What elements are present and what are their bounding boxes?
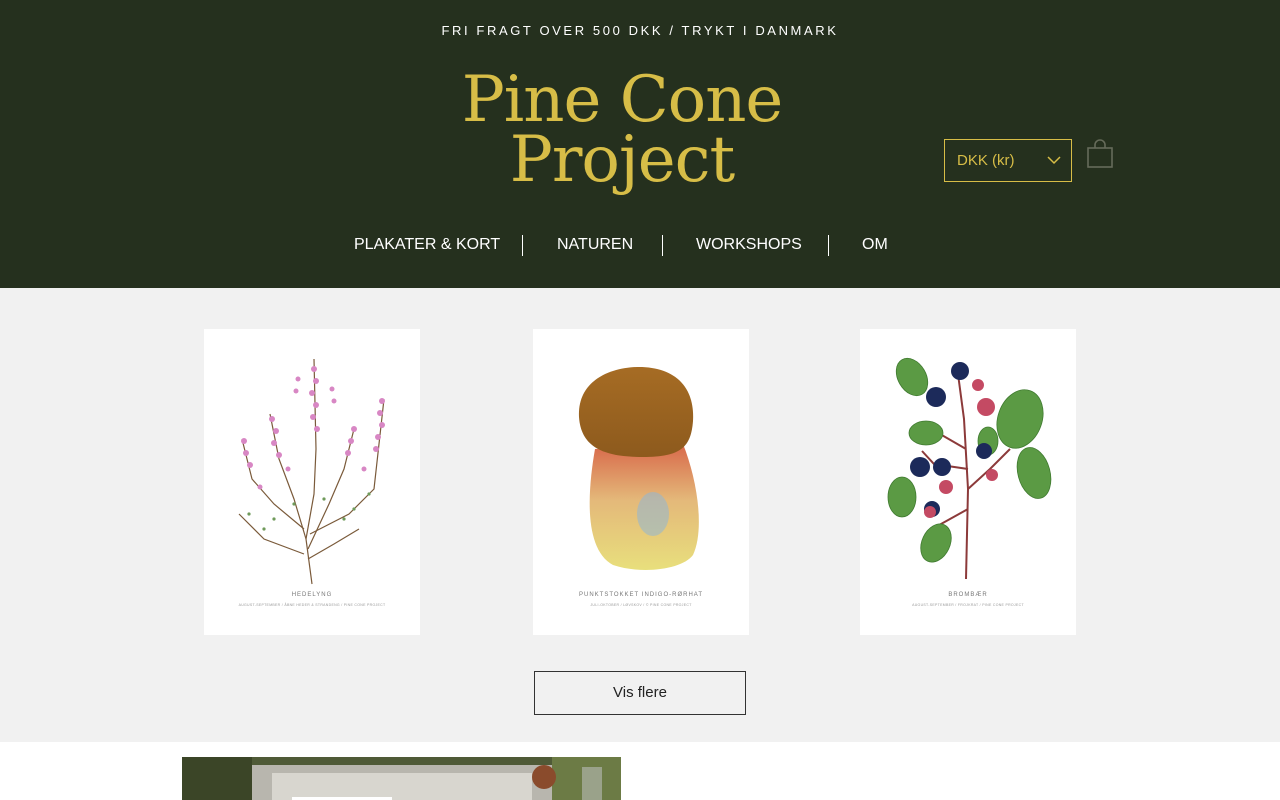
promo-banner: FRI FRAGT OVER 500 DKK / TRYKT I DANMARK	[441, 23, 839, 38]
nav-item-plakater-kort[interactable]: PLAKATER & KORT	[354, 233, 500, 257]
product-card-hedelyng[interactable]: HEDELYNG AUGUST-SEPTEMBER / ÅBNE HEDER &…	[204, 329, 420, 635]
show-more-button[interactable]: Vis flere	[534, 671, 746, 715]
currency-value: DKK (kr)	[957, 152, 1015, 169]
blackberry-illustration	[887, 357, 1052, 580]
nav-divider	[662, 235, 663, 256]
chevron-down-icon	[1047, 156, 1061, 165]
mushroom-illustration	[578, 367, 699, 570]
product-title: BROMBÆR	[948, 592, 988, 598]
nav-item-workshops[interactable]: WORKSHOPS	[696, 233, 802, 257]
product-card-brombaer[interactable]: BROMBÆR AUGUST-SEPTEMBER / FROJKRAT / PI…	[860, 329, 1076, 635]
product-title: HEDELYNG	[291, 592, 333, 598]
site-logo[interactable]: Pine Cone Project	[440, 63, 804, 197]
nav-divider	[522, 235, 523, 256]
nav-item-om[interactable]: OM	[862, 233, 888, 257]
workshop-photo	[182, 757, 621, 800]
product-card-indigo-rorhat[interactable]: PUNKTSTOKKET INDIGO-RØRHAT JULI-OKTOBER …	[533, 329, 749, 635]
nav-item-naturen[interactable]: NATUREN	[557, 233, 633, 257]
shopping-bag-icon[interactable]	[1087, 139, 1113, 169]
nav-divider	[828, 235, 829, 256]
product-subtitle: AUGUST-SEPTEMBER / ÅBNE HEDER & STRANDEN…	[238, 603, 386, 607]
heather-illustration	[238, 358, 385, 585]
site-header: FRI FRAGT OVER 500 DKK / TRYKT I DANMARK…	[0, 0, 1280, 288]
logo-line-2: Project	[509, 123, 735, 197]
product-title: PUNKTSTOKKET INDIGO-RØRHAT	[578, 592, 703, 598]
main-nav: PLAKATER & KORT NATUREN WORKSHOPS OM	[0, 233, 1280, 257]
product-subtitle: AUGUST-SEPTEMBER / FROJKRAT / PINE CONE …	[912, 603, 1024, 607]
logo-line-1: Pine Cone	[461, 63, 784, 137]
currency-selector[interactable]: DKK (kr)	[944, 139, 1072, 182]
product-subtitle: JULI-OKTOBER / LØVSKOV / © PINE CONE PRO…	[590, 603, 692, 607]
